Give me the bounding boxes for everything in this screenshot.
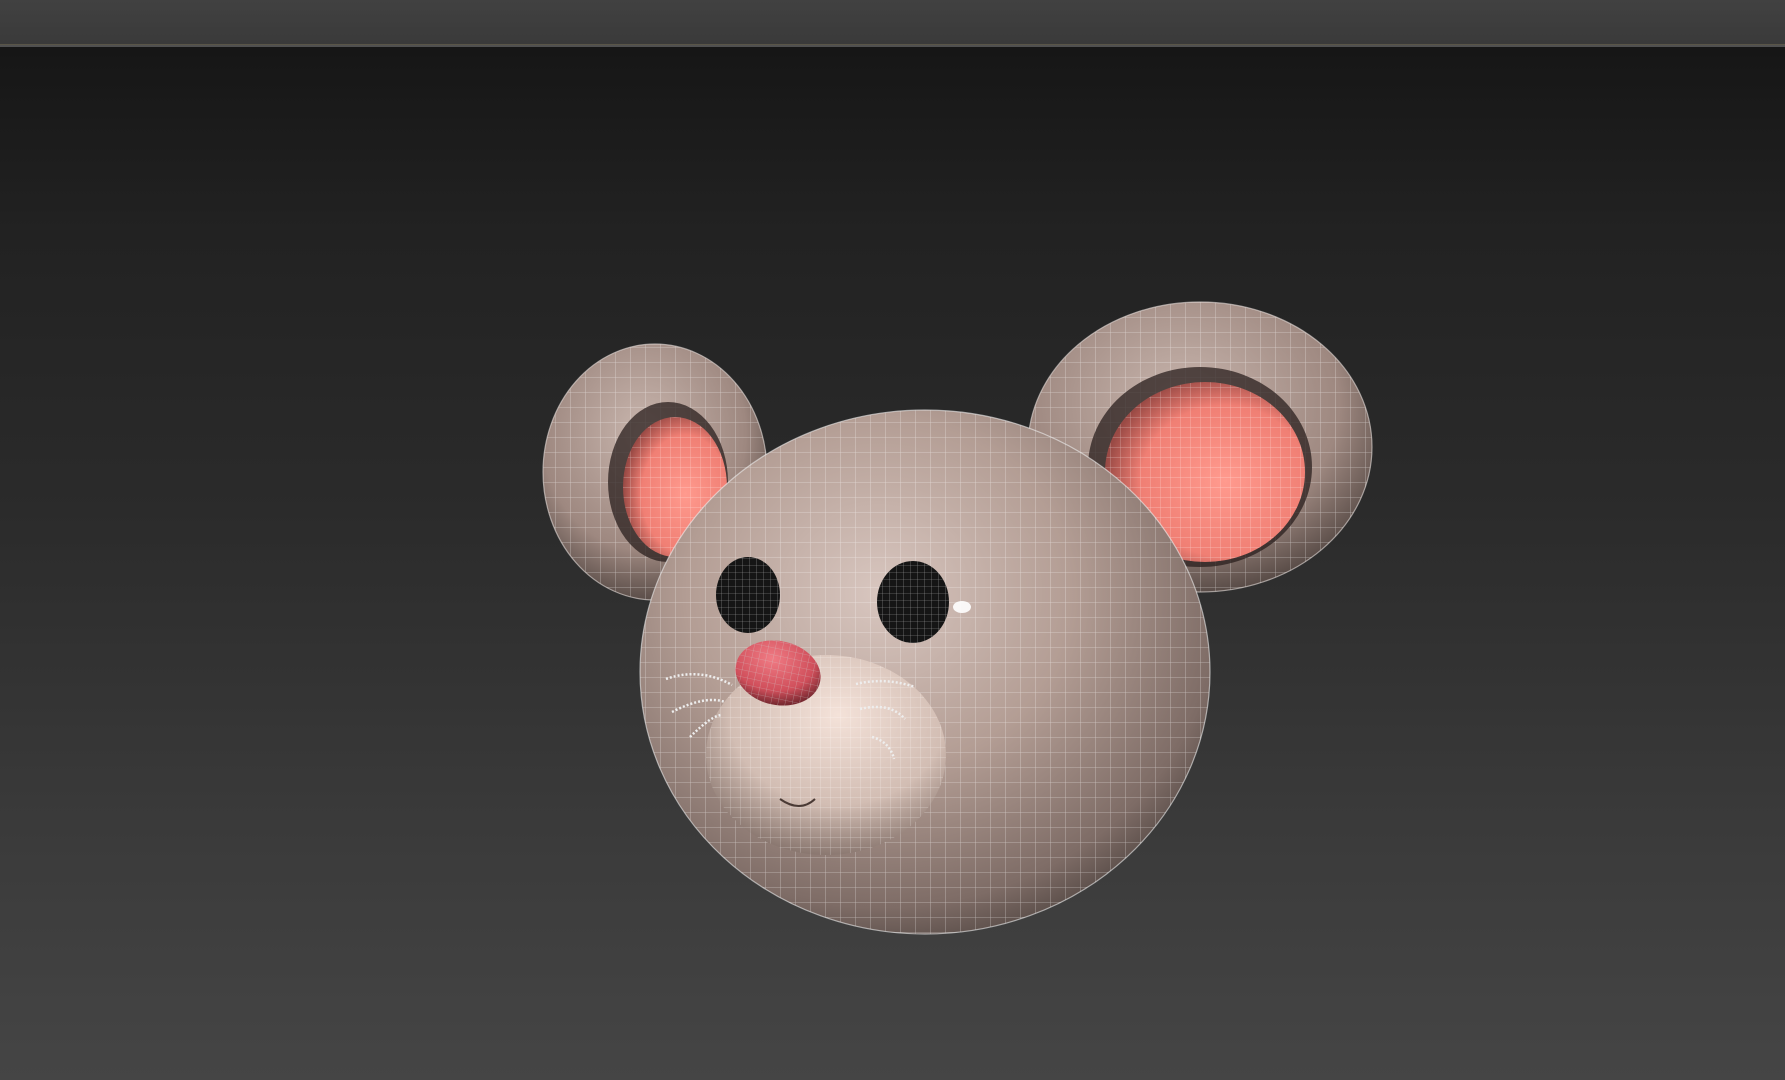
right-eye[interactable] xyxy=(877,561,949,643)
3d-modeling-app xyxy=(0,0,1785,1080)
perspective-viewport[interactable] xyxy=(0,47,1785,1080)
title-bar xyxy=(0,0,1785,45)
left-eye[interactable] xyxy=(716,557,780,633)
viewport-canvas[interactable] xyxy=(0,47,1785,1080)
